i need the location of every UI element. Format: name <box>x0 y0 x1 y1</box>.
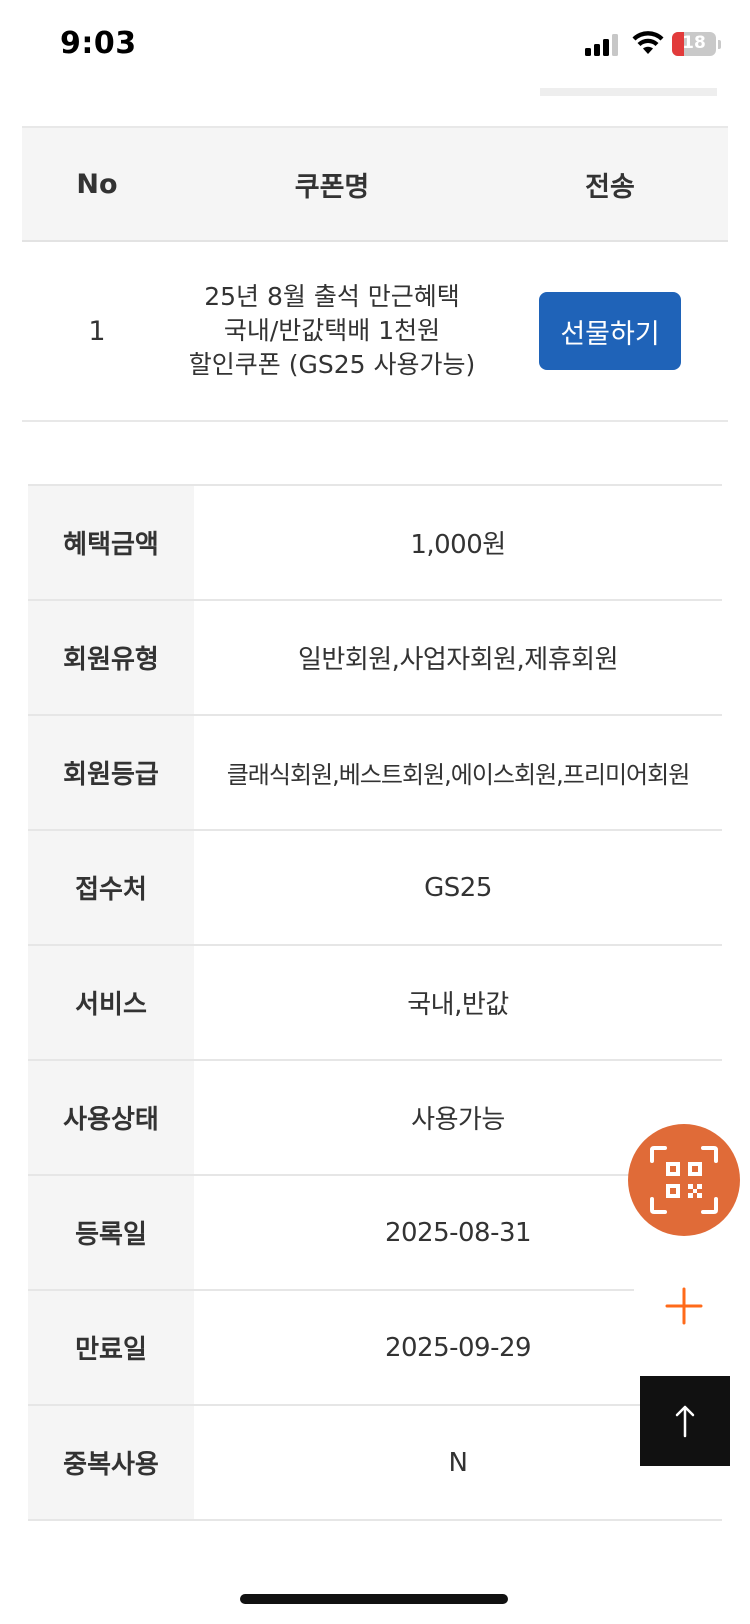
coupon-table: No 쿠폰명 전송 1 25년 8월 출석 만근혜택 국내/반값택배 1천원 할… <box>22 126 728 422</box>
signal-icon <box>585 34 618 56</box>
coupon-name: 25년 8월 출석 만근혜택 국내/반값택배 1천원 할인쿠폰 (GS25 사용… <box>172 280 492 382</box>
coupon-name-line: 국내/반값택배 1천원 <box>223 316 441 345</box>
detail-row-benefit-amount: 혜택금액 1,000원 <box>28 486 722 601</box>
coupon-name-line: 할인쿠폰 (GS25 사용가능) <box>188 350 476 379</box>
battery-tip <box>718 40 721 49</box>
wifi-icon <box>632 31 664 54</box>
qr-scan-icon <box>650 1146 718 1214</box>
detail-row-member-grade: 회원등급 클래식회원,베스트회원,에이스회원,프리미어회원 <box>28 716 722 831</box>
detail-label: 사용상태 <box>28 1061 194 1174</box>
plus-icon <box>665 1287 703 1325</box>
battery-icon: 18 <box>672 32 716 56</box>
scroll-top-button[interactable] <box>640 1376 730 1466</box>
table-row: 1 25년 8월 출석 만근혜택 국내/반값택배 1천원 할인쿠폰 (GS25 … <box>22 242 728 422</box>
coupon-no: 1 <box>88 315 106 347</box>
detail-label: 회원유형 <box>28 601 194 714</box>
detail-value: 클래식회원,베스트회원,에이스회원,프리미어회원 <box>226 761 691 789</box>
header-no: No <box>76 168 118 200</box>
detail-label: 서비스 <box>28 946 194 1059</box>
detail-label: 등록일 <box>28 1176 194 1289</box>
detail-value: 국내,반값 <box>407 990 509 1020</box>
detail-row-usage-status: 사용상태 사용가능 <box>28 1061 722 1176</box>
detail-value: 1,000원 <box>410 530 506 560</box>
detail-label: 중복사용 <box>28 1406 194 1519</box>
detail-row-member-type: 회원유형 일반회원,사업자회원,제휴회원 <box>28 601 722 716</box>
top-divider <box>540 88 717 96</box>
gift-button[interactable]: 선물하기 <box>539 292 681 370</box>
status-time: 9:03 <box>60 26 137 61</box>
detail-row-expiry-date: 만료일 2025-09-29 <box>28 1291 722 1406</box>
home-indicator[interactable] <box>240 1594 508 1604</box>
detail-label: 만료일 <box>28 1291 194 1404</box>
detail-value: 일반회원,사업자회원,제휴회원 <box>298 645 619 675</box>
battery-level: 18 <box>682 33 706 53</box>
coupon-detail-table: 혜택금액 1,000원 회원유형 일반회원,사업자회원,제휴회원 회원등급 클래… <box>28 484 722 1521</box>
send-cell: 선물하기 <box>492 292 728 370</box>
detail-row-service: 서비스 국내,반값 <box>28 946 722 1061</box>
coupon-table-header: No 쿠폰명 전송 <box>22 126 728 242</box>
arrow-up-icon <box>675 1405 695 1438</box>
detail-label: 혜택금액 <box>28 486 194 599</box>
detail-row-registered-date: 등록일 2025-08-31 <box>28 1176 722 1291</box>
status-bar: 9:03 18 <box>0 0 750 92</box>
coupon-name-line: 25년 8월 출석 만근혜택 <box>204 282 460 311</box>
detail-row-duplicate-use: 중복사용 N <box>28 1406 722 1521</box>
plus-button[interactable] <box>634 1256 734 1356</box>
qr-scan-button[interactable] <box>628 1124 740 1236</box>
header-send: 전송 <box>585 171 635 203</box>
header-coupon-name: 쿠폰명 <box>294 171 370 203</box>
detail-row-reception: 접수처 GS25 <box>28 831 722 946</box>
detail-label: 회원등급 <box>28 716 194 829</box>
detail-label: 접수처 <box>28 831 194 944</box>
detail-value: GS25 <box>424 872 492 903</box>
